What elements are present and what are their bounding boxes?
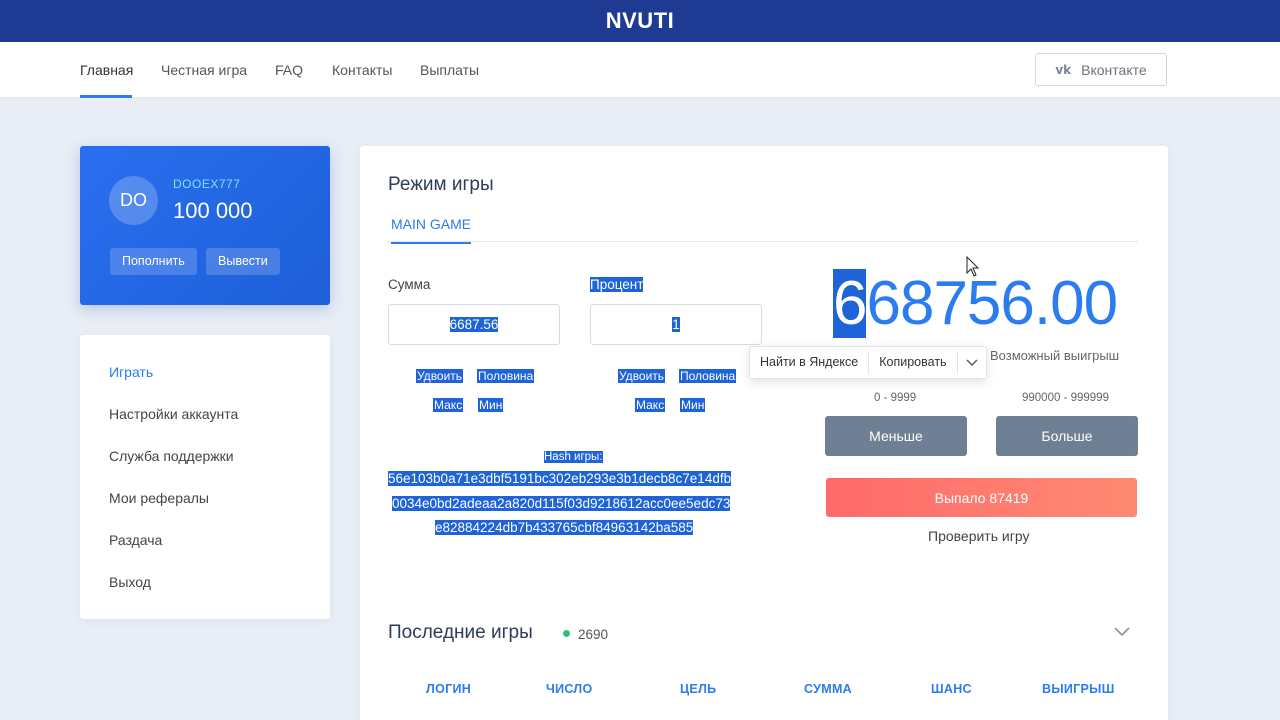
amount-value: 6687.56 [449,317,499,332]
tab-main-game[interactable]: MAIN GAME [391,216,472,244]
result-banner: Выпало 87419 [826,478,1137,517]
more-button[interactable]: Больше [996,416,1138,456]
brand-logo[interactable]: NVUTI [606,8,675,34]
find-in-yandex-item[interactable]: Найти в Яндексе [750,346,868,379]
nav-item-faq[interactable]: FAQ [275,42,303,98]
menu-item-play[interactable]: Играть [109,364,153,380]
column-chance: ШАНС [931,682,972,696]
menu-item-account-settings[interactable]: Настройки аккаунта [109,406,238,422]
hash-line-1: 56e103b0a71e3dbf5191bc302eb293e3b1decb8c… [388,471,732,486]
main-nav: Главная Честная игра FAQ Контакты Выплат… [0,42,1280,98]
percent-label-text: Процент [590,277,644,292]
nav-active-indicator [80,95,132,98]
percent-double-button[interactable]: Удвоить [615,368,668,385]
amount-double-button[interactable]: Удвоить [413,368,466,385]
amount-input[interactable]: 6687.56 [388,304,560,345]
nav-item-payouts[interactable]: Выплаты [420,42,479,98]
menu-item-logout[interactable]: Выход [109,574,151,590]
percent-max-button[interactable]: Макс [632,397,668,414]
amount-min-button[interactable]: Мин [475,397,506,414]
win-first-digit: 6 [833,269,867,338]
range-high: 990000 - 999999 [1022,392,1109,404]
possible-win-label: Возможный выигрыш [990,348,1120,363]
chevron-down-icon[interactable] [1112,622,1132,642]
range-low: 0 - 9999 [874,392,917,404]
recent-games-title: Последние игры [388,622,533,643]
column-target: ЦЕЛЬ [680,682,717,696]
withdraw-button[interactable]: Вывести [206,248,280,275]
recent-games-count: 2690 [578,627,609,642]
percent-min-button[interactable]: Мин [677,397,708,414]
username: DOOEX777 [173,177,241,191]
hash-title: Hash игры: [544,451,603,463]
nav-item-contacts[interactable]: Контакты [332,42,392,98]
column-win: ВЫИГРЫШ [1042,682,1115,696]
mouse-cursor-icon [966,256,980,277]
selection-context-menu: Найти в Яндексе Копировать [749,346,987,379]
vk-icon: vk [1055,62,1072,77]
amount-max-button[interactable]: Макс [430,397,466,414]
vk-label: Вконтакте [1081,61,1147,78]
profile-card: DO DOOEX777 100 000 Пополнить Вывести [80,146,330,305]
less-button[interactable]: Меньше [825,416,967,456]
copy-item[interactable]: Копировать [869,346,956,379]
chevron-down-icon[interactable] [958,346,986,379]
column-amount: СУММА [804,682,852,696]
side-menu: Играть Настройки аккаунта Служба поддерж… [80,335,330,619]
check-game-link[interactable]: Проверить игру [928,528,1029,544]
nav-item-fair-game[interactable]: Честная игра [161,42,247,98]
percent-input[interactable]: 1 [590,304,762,345]
hash-line-3: e82884224db7b433765cbf84963142ba585 [435,520,694,535]
percent-half-button[interactable]: Половина [676,368,739,385]
balance: 100 000 [173,198,253,223]
amount-label: Сумма [388,277,431,292]
vk-button[interactable]: vk Вконтакте [1035,53,1167,86]
possible-win-amount: 668756.00 [833,268,1118,340]
menu-item-giveaway[interactable]: Раздача [109,532,162,548]
menu-item-support[interactable]: Служба поддержки [109,448,234,464]
game-title: Режим игры [388,174,494,195]
menu-item-referrals[interactable]: Мои рефералы [109,490,209,506]
percent-label: Процент [590,277,644,292]
tab-divider [388,241,1138,242]
game-panel: Режим игры MAIN GAME Сумма Процент 6687.… [360,146,1168,720]
column-number: ЧИСЛО [546,682,593,696]
win-rest-digits: 68756.00 [866,269,1118,338]
deposit-button[interactable]: Пополнить [110,248,197,275]
column-login: ЛОГИН [426,682,472,696]
percent-value: 1 [672,317,680,332]
online-indicator [563,630,570,637]
avatar: DO [109,176,158,225]
nav-item-home[interactable]: Главная [80,42,133,98]
hash-line-2: 0034e0bd2adeaa2a820d115f03d9218612acc0ee… [392,496,731,511]
amount-half-button[interactable]: Половина [474,368,537,385]
top-bar: NVUTI [0,0,1280,42]
